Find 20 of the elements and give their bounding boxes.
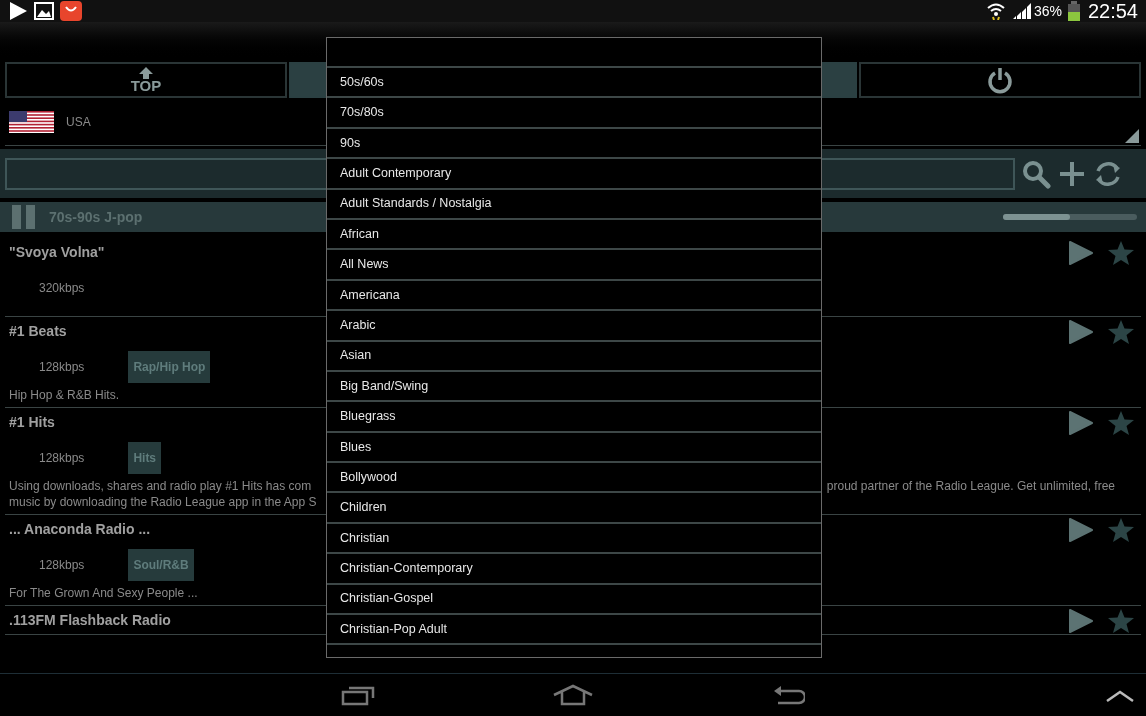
genre-tag: Rap/Hip Hop (128, 351, 211, 383)
bitrate: 128kbps (39, 450, 85, 467)
station-description: music by downloading the Radio League app in the App S (9, 494, 317, 510)
station-description: For The Grown And Sexy People ... (9, 585, 198, 601)
genre-tag: Soul/R&B (128, 549, 194, 581)
station-description: proud partner of the Radio League. Get unlimited, free (826, 478, 1116, 495)
station-description: Hip Hop & R&B Hits. (9, 387, 120, 403)
station-name: "Svoya Volna" (9, 243, 105, 262)
country-label: USA (66, 113, 91, 131)
station-name: .113FM Flashback Radio (9, 611, 171, 630)
battery-percent: 36% (1033, 1, 1062, 21)
station-name: ... Anaconda Radio ... (9, 520, 151, 539)
genre-tag: Hits (128, 442, 162, 474)
station-name: #1 Hits (9, 413, 55, 432)
bitrate: 128kbps (39, 359, 85, 376)
clock: 22:54 (1087, 0, 1138, 24)
station-description: Using downloads, shares and radio play #1 Hits has com (9, 478, 313, 494)
bitrate: 128kbps (39, 557, 85, 574)
bitrate: 320kbps (39, 280, 85, 297)
station-name: #1 Beats (9, 322, 67, 341)
